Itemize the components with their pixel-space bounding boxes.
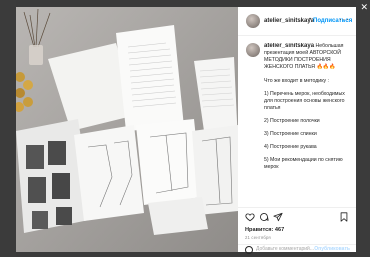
post-photo-illustration <box>16 7 238 252</box>
bookmark-icon[interactable] <box>339 212 349 222</box>
more-options-icon[interactable]: ··· <box>339 15 350 24</box>
heart-icon[interactable] <box>245 212 255 222</box>
caption-line: 2) Построение полочки <box>264 118 320 124</box>
caption-avatar[interactable] <box>246 43 260 57</box>
likes-count[interactable]: Нравится: 467 <box>245 227 284 233</box>
caption-username-link[interactable]: atelier_sinitskaya <box>264 43 314 49</box>
share-icon[interactable] <box>273 212 283 222</box>
caption-line: 1) Перечень мерок, необходимых для постр… <box>264 91 345 111</box>
caption-line: 4) Построение рукава <box>264 144 317 150</box>
avatar[interactable] <box>246 14 260 28</box>
close-icon[interactable]: ✕ <box>360 2 368 13</box>
post-date[interactable]: 21 сентября <box>245 235 271 240</box>
caption-line: Что же входит в методику : <box>264 78 329 84</box>
separator-dot: • <box>309 17 312 23</box>
post-header: atelier_sinitskaya • Подписаться ··· <box>238 7 356 36</box>
publish-button[interactable]: Опубликовать <box>314 246 350 252</box>
modal-backdrop-right[interactable]: ✕ <box>356 0 370 257</box>
post-side-panel: atelier_sinitskaya • Подписаться ··· ate… <box>238 7 356 254</box>
emoji-icon[interactable] <box>245 246 253 254</box>
comment-icon[interactable] <box>259 212 269 222</box>
comment-bar: Добавьте комментарий... Опубликовать <box>238 244 356 254</box>
caption-body: atelier_sinitskaya Небольшая презентация… <box>264 43 352 177</box>
caption-line: 3) Построение спинки <box>264 131 317 137</box>
modal-backdrop-left[interactable] <box>0 0 16 257</box>
post-caption: atelier_sinitskaya Небольшая презентация… <box>246 43 352 208</box>
caption-line: 5) Мои рекомендации по снятию мерок <box>264 157 343 170</box>
post-modal: ✕ atelier_sinitskaya • Подписаться ··· a… <box>0 0 370 257</box>
comment-input[interactable]: Добавьте комментарий... <box>256 246 314 252</box>
post-image[interactable] <box>16 7 238 252</box>
post-actions: Нравится: 467 21 сентября Добавьте комме… <box>238 207 356 254</box>
username-link[interactable]: atelier_sinitskaya <box>264 18 314 24</box>
